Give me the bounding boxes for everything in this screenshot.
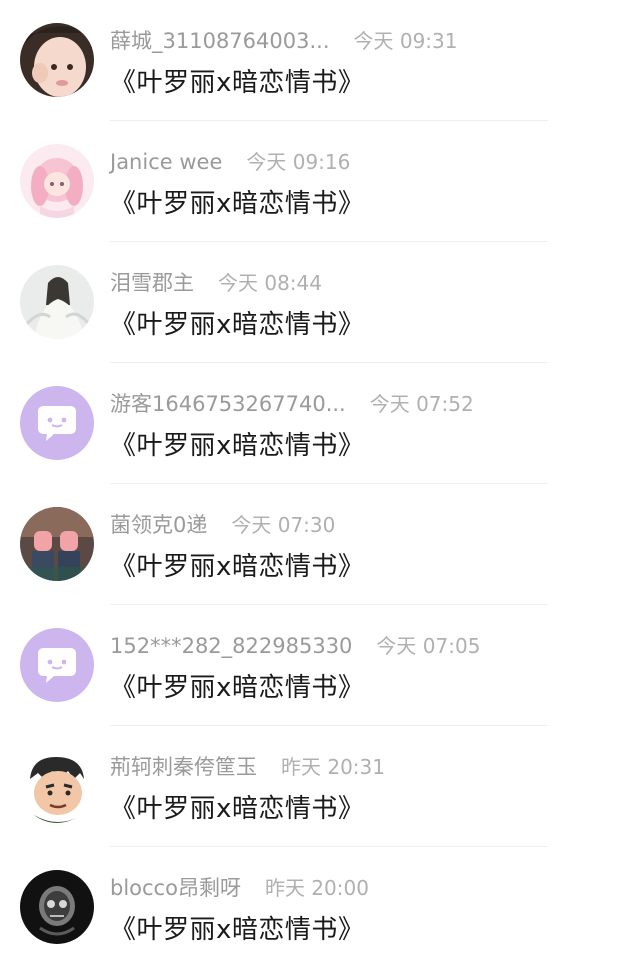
avatar-dark-skull-icon[interactable]: [20, 870, 94, 944]
message-time: 今天 09:16: [246, 150, 351, 174]
message-text: 《叶罗丽x暗恋情书》: [110, 794, 365, 824]
message-text: 《叶罗丽x暗恋情书》: [110, 431, 365, 461]
sender-name: 薛城_31108764003...: [110, 29, 330, 53]
list-item[interactable]: blocco昂剩呀 昨天 20:00 《叶罗丽x暗恋情书》: [0, 847, 640, 968]
message-meta: 菌领克0递 今天 07:30: [110, 509, 335, 543]
message-text: 《叶罗丽x暗恋情书》: [110, 915, 365, 945]
message-time: 今天 08:44: [218, 271, 322, 295]
message-text: 《叶罗丽x暗恋情书》: [110, 68, 365, 98]
avatar-pink-anime-girl-icon[interactable]: [20, 144, 94, 218]
avatar-default-chat-bubble-icon[interactable]: [20, 628, 94, 702]
avatar-baby-photo-icon[interactable]: [20, 23, 94, 97]
message-time: 今天 07:05: [376, 634, 481, 658]
message-text: 《叶罗丽x暗恋情书》: [110, 189, 365, 219]
message-meta: blocco昂剩呀 昨天 20:00: [110, 872, 369, 906]
message-time: 今天 09:31: [353, 29, 458, 53]
avatar-cartoon-face-icon[interactable]: [20, 749, 94, 823]
message-time: 昨天 20:00: [264, 876, 369, 900]
message-time: 昨天 20:31: [281, 755, 385, 779]
sender-name: 游客1646753267740...: [110, 392, 346, 416]
sender-name: blocco昂剩呀: [110, 876, 241, 900]
sender-name: 菌领克0递: [110, 513, 208, 537]
message-text: 《叶罗丽x暗恋情书》: [110, 310, 365, 340]
sender-name: 152***282_822985330: [110, 634, 353, 658]
sender-name: 泪雪郡主: [110, 271, 194, 295]
message-text: 《叶罗丽x暗恋情书》: [110, 552, 365, 582]
list-item[interactable]: 游客1646753267740... 今天 07:52 《叶罗丽x暗恋情书》: [0, 363, 640, 484]
message-text: 《叶罗丽x暗恋情书》: [110, 673, 365, 703]
sender-name: 荊轲刺秦侉筐玉: [110, 755, 257, 779]
avatar-default-chat-bubble-icon[interactable]: [20, 386, 94, 460]
message-meta: 薛城_31108764003... 今天 09:31: [110, 25, 458, 59]
list-item[interactable]: Janice wee 今天 09:16 《叶罗丽x暗恋情书》: [0, 121, 640, 242]
sender-name: Janice wee: [110, 150, 223, 174]
message-meta: 泪雪郡主 今天 08:44: [110, 267, 322, 301]
list-item[interactable]: 薛城_31108764003... 今天 09:31 《叶罗丽x暗恋情书》: [0, 0, 640, 121]
message-time: 今天 07:30: [231, 513, 336, 537]
message-time: 今天 07:52: [369, 392, 474, 416]
message-meta: 荊轲刺秦侉筐玉 昨天 20:31: [110, 751, 385, 785]
list-item[interactable]: 荊轲刺秦侉筐玉 昨天 20:31 《叶罗丽x暗恋情书》: [0, 726, 640, 847]
list-item[interactable]: 菌领克0递 今天 07:30 《叶罗丽x暗恋情书》: [0, 484, 640, 605]
message-meta: 游客1646753267740... 今天 07:52: [110, 388, 474, 422]
list-item[interactable]: 152***282_822985330 今天 07:05 《叶罗丽x暗恋情书》: [0, 605, 640, 726]
message-list: 薛城_31108764003... 今天 09:31 《叶罗丽x暗恋情书》 Ja…: [0, 0, 640, 968]
list-item[interactable]: 泪雪郡主 今天 08:44 《叶罗丽x暗恋情书》: [0, 242, 640, 363]
avatar-sneakers-photo-icon[interactable]: [20, 507, 94, 581]
avatar-white-anime-girl-icon[interactable]: [20, 265, 94, 339]
message-meta: Janice wee 今天 09:16: [110, 146, 350, 180]
message-meta: 152***282_822985330 今天 07:05: [110, 630, 480, 664]
